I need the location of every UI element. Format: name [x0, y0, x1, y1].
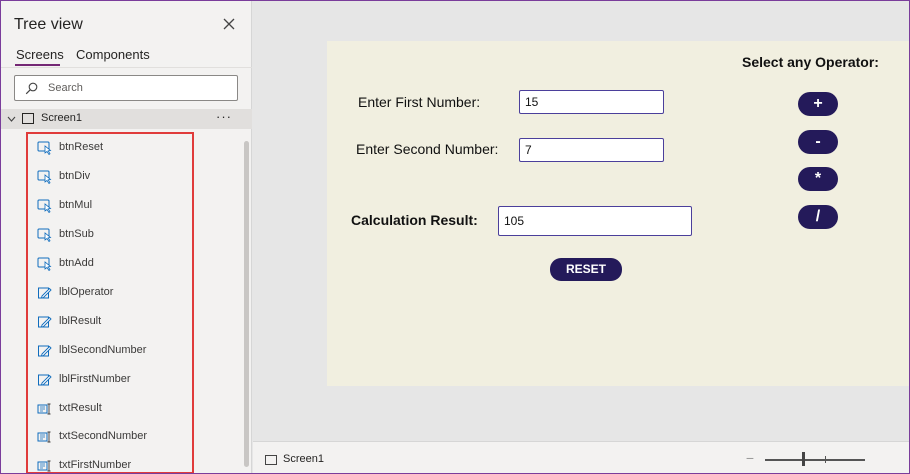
- tree-item-lblFirstNumber[interactable]: lblFirstNumber: [35, 370, 185, 390]
- operator-title: Select any Operator:: [742, 54, 879, 70]
- more-options-button[interactable]: ···: [216, 109, 232, 124]
- tree-item-txtResult[interactable]: txtResult: [35, 399, 185, 419]
- tab-components[interactable]: Components: [76, 47, 150, 62]
- tree-item-label: lblResult: [59, 315, 102, 327]
- tree-item-label: txtResult: [59, 402, 102, 414]
- app-screen: Select any Operator: Enter First Number:…: [327, 41, 909, 386]
- screen-icon: [22, 113, 34, 124]
- search-box[interactable]: [14, 75, 238, 101]
- tree-item-label: btnMul: [59, 199, 93, 211]
- status-bar: Screen1 −: [253, 441, 909, 473]
- tab-active-indicator: [15, 64, 60, 66]
- reset-button[interactable]: RESET: [550, 258, 622, 281]
- tree-item-lblResult[interactable]: lblResult: [35, 312, 185, 332]
- screen-node-label: Screen1: [41, 112, 82, 124]
- label-icon: [37, 344, 53, 358]
- tree-item-txtFirstNumber[interactable]: txtFirstNumber: [35, 456, 185, 473]
- result-input[interactable]: [498, 206, 692, 236]
- tree-item-txtSecondNumber[interactable]: txtSecondNumber: [35, 427, 185, 447]
- zoom-slider-tick: [825, 456, 826, 463]
- tree-item-label: lblSecondNumber: [59, 344, 147, 356]
- tree-item-btnMul[interactable]: btnMul: [35, 196, 185, 216]
- screen-icon: [265, 455, 277, 465]
- tab-bar: Screens Components: [1, 47, 252, 67]
- tree-item-label: txtSecondNumber: [59, 430, 148, 442]
- zoom-slider-thumb[interactable]: [802, 452, 805, 466]
- tree-item-label: btnAdd: [59, 257, 94, 269]
- result-label: Calculation Result:: [351, 212, 478, 228]
- tree-item-btnAdd[interactable]: btnAdd: [35, 254, 185, 274]
- search-icon: [25, 82, 38, 95]
- tree-item-lblSecondNumber[interactable]: lblSecondNumber: [35, 341, 185, 361]
- divide-button[interactable]: /: [798, 205, 838, 229]
- tree-item-label: btnSub: [59, 228, 94, 240]
- close-icon[interactable]: [220, 15, 238, 33]
- button-icon: [37, 257, 53, 272]
- tree-item-lblOperator[interactable]: lblOperator: [35, 283, 185, 303]
- tree-item-label: btnReset: [59, 141, 104, 153]
- tree-item-btnDiv[interactable]: btnDiv: [35, 167, 185, 187]
- tree-item-btnSub[interactable]: btnSub: [35, 225, 185, 245]
- second-number-input[interactable]: [519, 138, 664, 162]
- search-input[interactable]: [48, 80, 228, 96]
- zoom-out-button[interactable]: −: [743, 450, 757, 466]
- second-number-label: Enter Second Number:: [356, 141, 499, 157]
- label-icon: [37, 373, 53, 387]
- chevron-down-icon[interactable]: [7, 115, 16, 123]
- tree-item-btnReset[interactable]: btnReset: [35, 138, 185, 158]
- label-icon: [37, 315, 53, 329]
- textinput-icon: [37, 402, 53, 416]
- button-icon: [37, 170, 53, 185]
- first-number-input[interactable]: [519, 90, 664, 114]
- button-icon: [37, 199, 53, 214]
- scrollbar[interactable]: [244, 141, 249, 467]
- textinput-icon: [37, 459, 53, 473]
- first-number-label: Enter First Number:: [358, 94, 481, 110]
- button-icon: [37, 141, 53, 156]
- add-button[interactable]: +: [798, 92, 838, 116]
- tree-item-label: btnDiv: [59, 170, 91, 182]
- app-window: Tree view Screens Components Screen1 ···…: [0, 0, 910, 474]
- status-screen-label[interactable]: Screen1: [283, 453, 324, 465]
- button-icon: [37, 228, 53, 243]
- subtract-button[interactable]: -: [798, 130, 838, 154]
- textinput-icon: [37, 430, 53, 444]
- tab-screens[interactable]: Screens: [16, 47, 64, 62]
- label-icon: [37, 286, 53, 300]
- divider: [1, 67, 252, 68]
- panel-title: Tree view: [14, 16, 83, 33]
- tree-node-screen1[interactable]: Screen1 ···: [1, 109, 252, 129]
- multiply-button[interactable]: *: [798, 167, 838, 191]
- canvas-area: Select any Operator: Enter First Number:…: [253, 1, 909, 439]
- tree-item-label: lblFirstNumber: [59, 373, 131, 385]
- zoom-slider-track[interactable]: [765, 459, 865, 461]
- tree-view-panel: Tree view Screens Components Screen1 ···…: [1, 1, 252, 473]
- tree-item-label: txtFirstNumber: [59, 459, 132, 471]
- tree-item-label: lblOperator: [59, 286, 114, 298]
